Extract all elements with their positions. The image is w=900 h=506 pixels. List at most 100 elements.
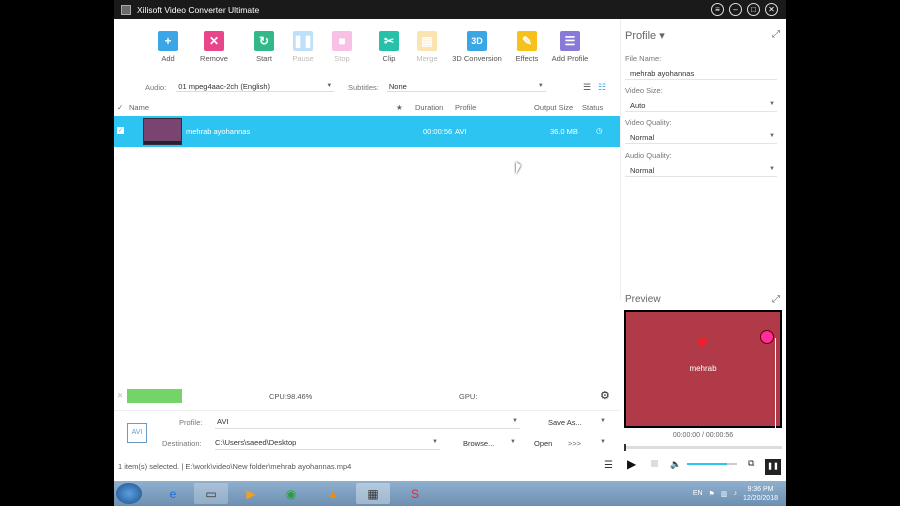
seek-bar[interactable] [624,444,782,451]
file-profile: AVI [455,127,467,136]
chevron-down-icon: ▼ [769,166,775,172]
volume-slider[interactable] [687,463,737,465]
toolbar: + Add ✕ Remove ↻ Start ❚❚ Pause ■ Stop ✂… [114,19,620,69]
speaker-icon[interactable]: ♪ [733,490,737,497]
app-window: Xilisoft Video Converter Ultimate ≡ – □ … [114,0,786,481]
subtitles-row: Subtitles: None ▼ [348,80,546,94]
avatar [760,330,774,344]
video-caption: mehrab [689,364,717,373]
audio-row: Audio: 01 mpeg4aac-2ch (English) ▼ [145,80,335,94]
audio-label: Audio: [145,82,167,92]
clock-date: 12/20/2018 [742,494,778,502]
gear-icon[interactable]: ⚙ [600,389,610,402]
video-quality-label: Video Quality: [625,118,672,127]
chrome-icon[interactable]: ◉ [274,483,308,504]
subtitles-select[interactable]: None ▼ [386,82,546,92]
internet-explorer-icon[interactable]: e [156,483,190,504]
file-name-label: File Name: [625,54,662,63]
stop-icon[interactable] [651,460,658,467]
close-icon[interactable]: ✕ [765,3,778,16]
open-button[interactable]: Open [534,439,552,448]
list-view-icon[interactable]: ☰ [583,82,591,93]
app-icon [121,4,131,15]
snapshot-icon[interactable]: ⧉ [748,458,754,469]
file-row[interactable]: ✓ mehrab ayohannas 00:00:56 AVI 36.0 MB … [114,116,620,147]
profile-panel-title[interactable]: Profile ▾ [625,29,665,42]
profile-select[interactable]: AVI ▼ [215,417,520,429]
play-icon[interactable]: ▶ [627,457,636,471]
start-icon: ↻ [254,31,274,51]
destination-value: C:\Users\saeed\Desktop [215,438,297,447]
preview-title: Preview [625,294,661,305]
seek-handle[interactable] [624,444,626,451]
chevron-down-icon[interactable]: ▼ [600,418,606,424]
audio-select[interactable]: 01 mpeg4aac-2ch (English) ▼ [176,82,335,92]
maximize-icon[interactable]: □ [747,3,760,16]
preview-panel: Preview ⤢ ♥ mehrab 00:00:00 / 00:00:56 [620,290,786,458]
3d-icon: 3D [467,31,487,51]
add-profile-icon: ☰ [560,31,580,51]
column-status[interactable]: Status [582,103,603,112]
file-name-field[interactable]: mehrab ayohannas [625,67,777,80]
convert-all-icon[interactable]: >>> [568,439,581,448]
effects-icon: ✎ [517,31,537,51]
language-indicator[interactable]: EN [693,490,703,497]
destination-select[interactable]: C:\Users\saeed\Desktop ▼ [215,438,440,450]
subtitles-label: Subtitles: [348,82,379,92]
audio-quality-select[interactable]: Normal ▼ [625,164,777,177]
column-output-size[interactable]: Output Size [534,103,573,112]
row-checkbox[interactable]: ✓ [117,127,124,134]
select-all-checkbox[interactable]: ✓ [117,103,123,112]
snagit-icon[interactable]: S [398,483,432,504]
browse-button[interactable]: Browse... [463,439,494,448]
pause-icon: ❚❚ [293,31,313,51]
video-size-select[interactable]: Auto ▼ [625,99,777,112]
chevron-down-icon: ▼ [769,101,775,107]
pause-icon[interactable]: ❚❚ [765,459,781,475]
minimize-icon[interactable]: – [729,3,742,16]
system-tray: EN ⚑ ▥ ♪ 9:36 PM 12/20/2018 [693,484,778,503]
file-explorer-icon[interactable]: ▭ [194,483,228,504]
column-name[interactable]: Name [129,103,149,112]
add-profile-button[interactable]: ☰ Add Profile [540,31,600,63]
output-settings: AVI Profile: AVI ▼ Save As... ▼ Destinat… [114,410,620,458]
start-menu-icon[interactable] [116,483,142,504]
plus-icon: + [158,31,178,51]
video-thumbnail [143,118,182,145]
stop-icon: ■ [332,31,352,51]
clock[interactable]: 9:36 PM 12/20/2018 [743,485,778,503]
status-bar: 1 item(s) selected. | E:\work\video\New … [114,458,786,476]
clip-icon: ✂ [379,31,399,51]
expand-icon[interactable]: ⤢ [772,29,780,40]
menu-icon[interactable]: ≡ [711,3,724,16]
expand-icon[interactable]: ⤢ [772,294,780,305]
network-icon[interactable]: ▥ [721,490,728,498]
column-profile[interactable]: Profile [455,103,476,112]
chevron-down-icon: ▼ [769,133,775,139]
video-quality-select[interactable]: Normal ▼ [625,131,777,144]
vlc-icon[interactable]: ▲ [316,483,350,504]
subtitles-value: None [388,82,407,91]
profile-panel: Profile ▾ ⤢ File Name: mehrab ayohannas … [620,19,786,299]
column-duration[interactable]: Duration [415,103,443,112]
detail-view-icon[interactable]: ☷ [598,82,606,93]
flag-icon[interactable]: ⚑ [709,490,715,498]
file-duration: 00:00:56 [423,127,453,136]
destination-label: Destination: [162,439,202,448]
chevron-down-icon[interactable]: ▼ [510,439,516,445]
video-preview[interactable]: ♥ mehrab [624,310,782,428]
chevron-down-icon[interactable]: ▼ [600,439,606,445]
close-icon[interactable]: ✕ [117,391,123,400]
volume-level [687,463,727,465]
audio-quality-label: Audio Quality: [625,151,672,160]
divider [775,338,776,428]
star-icon[interactable]: ★ [396,103,403,112]
log-icon[interactable]: ☰ [604,460,613,471]
status-clock-icon: ◷ [596,126,603,135]
video-converter-icon[interactable]: ▦ [356,483,390,504]
remove-icon: ✕ [204,31,224,51]
profile-value: AVI [217,417,229,426]
media-player-icon[interactable]: ▶ [234,483,268,504]
volume-icon[interactable]: 🔈 [670,459,681,470]
save-as-button[interactable]: Save As... [548,418,582,427]
